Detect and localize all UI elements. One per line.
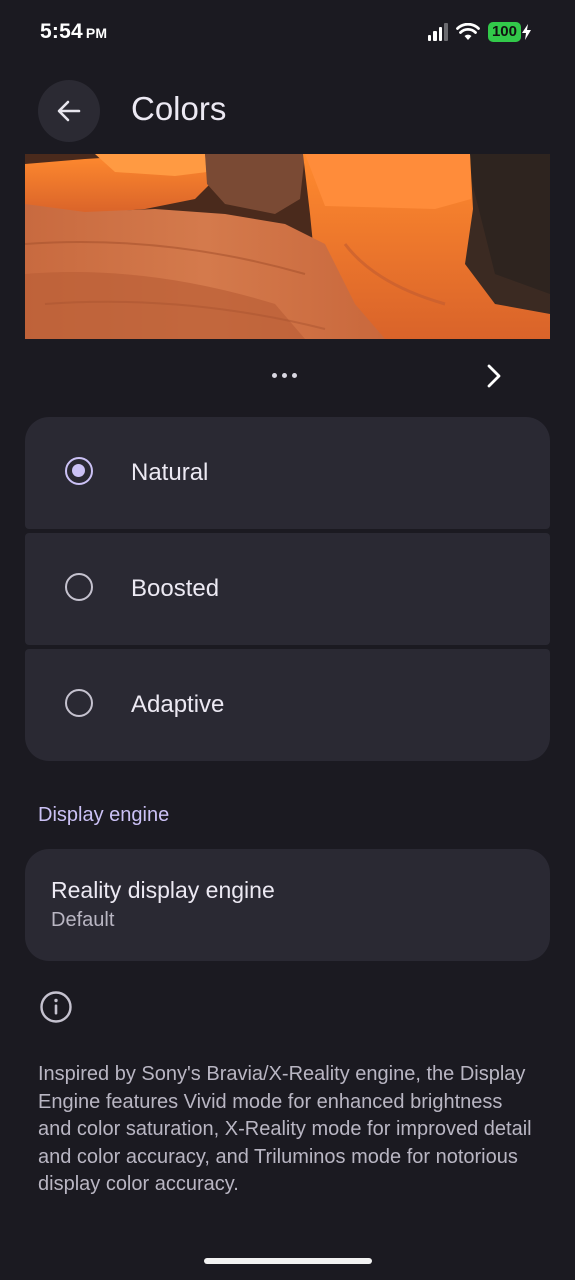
option-boosted[interactable]: Boosted (25, 533, 550, 645)
page-title: Colors (131, 90, 227, 127)
next-preview-button[interactable] (478, 360, 510, 392)
more-dots-icon[interactable] (272, 373, 297, 378)
chevron-right-icon (487, 364, 501, 388)
cellular-signal-icon (427, 23, 448, 41)
display-engine-description: Inspired by Sony's Bravia/X-Reality engi… (38, 1063, 532, 1195)
battery-level: 100 (487, 22, 521, 42)
preview-pager (0, 356, 575, 396)
section-title-display-engine: Display engine (38, 804, 170, 826)
radio-unselected-icon[interactable] (65, 689, 93, 717)
color-mode-options: Natural Boosted Adaptive (25, 417, 550, 761)
option-adaptive[interactable]: Adaptive (25, 649, 550, 761)
engine-item-title: Reality display engine (51, 877, 275, 903)
back-button[interactable] (38, 80, 100, 142)
option-label: Boosted (131, 575, 220, 602)
engine-item-value: Default (51, 909, 115, 931)
top-app-bar: Colors (0, 80, 575, 142)
info-icon (40, 991, 72, 1023)
option-label: Natural (131, 459, 209, 486)
charging-bolt-icon (522, 24, 531, 40)
option-natural[interactable]: Natural (25, 417, 550, 529)
arrow-left-icon (57, 100, 81, 122)
radio-selected-icon[interactable] (65, 457, 93, 485)
status-time: 5:54 PM (40, 20, 108, 43)
status-bar: 5:54 PM 100 (0, 0, 575, 64)
status-icons: 100 (427, 22, 531, 42)
status-time-ampm: PM (85, 25, 108, 41)
option-label: Adaptive (131, 691, 225, 718)
wifi-icon (456, 23, 480, 40)
radio-unselected-icon[interactable] (65, 573, 93, 601)
color-preview-image (25, 154, 550, 339)
reality-display-engine-item[interactable]: Reality display engine Default (25, 849, 550, 961)
home-indicator[interactable] (204, 1258, 372, 1264)
battery-indicator: 100 (487, 22, 531, 42)
